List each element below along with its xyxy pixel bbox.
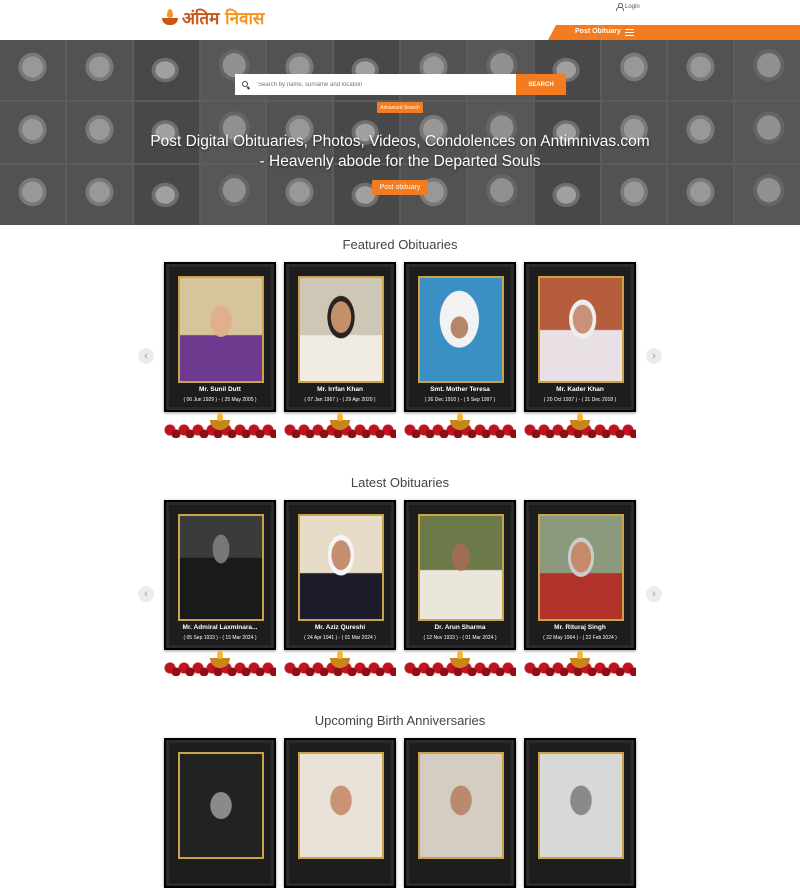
flower-garland-decoration bbox=[524, 650, 636, 678]
anniversary-card[interactable] bbox=[284, 738, 396, 888]
featured-obituaries-title: Featured Obituaries bbox=[342, 237, 458, 252]
anniversary-card[interactable] bbox=[524, 738, 636, 888]
search-button[interactable]: SEARCH bbox=[516, 74, 566, 95]
card-dates: ( 24 Apr 1941 ) - ( 01 Mar 2024 ) bbox=[304, 635, 376, 641]
obituary-card[interactable]: Mr. Irrfan Khan ( 07 Jan 1967 ) - ( 29 A… bbox=[284, 262, 396, 412]
flower-garland-decoration bbox=[404, 650, 516, 678]
hamburger-menu-icon[interactable] bbox=[625, 29, 634, 36]
card-dates: ( 06 Jun 1929 ) - ( 25 May 2005 ) bbox=[183, 397, 257, 403]
portrait-photo bbox=[178, 276, 264, 383]
login-label: Login bbox=[625, 3, 640, 10]
card-dates: ( 20 Oct 1937 ) - ( 31 Dec 2018 ) bbox=[543, 397, 617, 403]
card-dates: ( 05 Sep 1933 ) - ( 15 Mar 2024 ) bbox=[183, 635, 257, 641]
flower-garland-decoration bbox=[524, 412, 636, 440]
portrait-photo bbox=[418, 276, 504, 383]
flower-garland-decoration bbox=[164, 412, 276, 440]
portrait-photo bbox=[298, 276, 384, 383]
obituary-card[interactable]: Smt. Mother Teresa ( 26 Dec 1910 ) - ( 5… bbox=[404, 262, 516, 412]
flower-garland-decoration bbox=[164, 650, 276, 678]
login-link[interactable]: Login bbox=[616, 3, 640, 11]
chevron-left-icon[interactable]: ‹ bbox=[138, 348, 154, 364]
obituary-card[interactable]: Mr. Rituraj Singh ( 22 May 1964 ) - ( 22… bbox=[524, 500, 636, 650]
card-name: Dr. Arun Sharma bbox=[434, 624, 486, 631]
site-logo[interactable]: अंतिम निवास bbox=[162, 6, 264, 29]
card-dates: ( 22 May 1964 ) - ( 22 Feb 2024 ) bbox=[543, 635, 617, 641]
hero-headline: Post Digital Obituaries, Photos, Videos,… bbox=[150, 133, 650, 170]
post-obituary-label[interactable]: Post Obituary bbox=[575, 28, 621, 35]
portrait-photo bbox=[178, 514, 264, 621]
obituary-card[interactable]: Mr. Aziz Qureshi ( 24 Apr 1941 ) - ( 01 … bbox=[284, 500, 396, 650]
obituary-card[interactable]: Mr. Admiral Laxminara... ( 05 Sep 1933 )… bbox=[164, 500, 276, 650]
search-input[interactable] bbox=[258, 74, 513, 95]
flower-garland-decoration bbox=[284, 412, 396, 440]
card-name: Mr. Sunil Dutt bbox=[199, 386, 241, 393]
birth-anniversaries-title: Upcoming Birth Anniversaries bbox=[314, 713, 486, 728]
post-obituary-button[interactable]: Post obituary bbox=[372, 180, 428, 195]
portrait-photo bbox=[538, 514, 624, 621]
card-name: Mr. Kader Khan bbox=[556, 386, 604, 393]
user-icon bbox=[616, 3, 624, 11]
portrait-photo bbox=[298, 752, 384, 859]
latest-obituaries-title: Latest Obituaries bbox=[350, 475, 450, 490]
anniversary-card[interactable] bbox=[404, 738, 516, 888]
card-name: Mr. Rituraj Singh bbox=[554, 624, 606, 631]
obituary-card[interactable]: Mr. Kader Khan ( 20 Oct 1937 ) - ( 31 De… bbox=[524, 262, 636, 412]
card-name: Mr. Admiral Laxminara... bbox=[182, 624, 258, 631]
portrait-photo bbox=[178, 752, 264, 859]
card-dates: ( 07 Jan 1967 ) - ( 29 Apr 2020 ) bbox=[304, 397, 376, 403]
obituary-card[interactable]: Mr. Sunil Dutt ( 06 Jun 1929 ) - ( 25 Ma… bbox=[164, 262, 276, 412]
flower-garland-decoration bbox=[404, 412, 516, 440]
advanced-search-button[interactable]: Advanced Search bbox=[377, 102, 423, 113]
chevron-right-icon[interactable]: › bbox=[646, 586, 662, 602]
card-name: Mr. Aziz Qureshi bbox=[314, 624, 366, 631]
anniversary-card[interactable] bbox=[164, 738, 276, 888]
obituary-card[interactable]: Dr. Arun Sharma ( 12 Nov 1933 ) - ( 01 M… bbox=[404, 500, 516, 650]
portrait-photo bbox=[298, 514, 384, 621]
logo-text: अंतिम निवास bbox=[182, 9, 265, 29]
card-dates: ( 26 Dec 1910 ) - ( 5 Sep 1997 ) bbox=[424, 397, 496, 403]
portrait-photo bbox=[418, 752, 504, 859]
portrait-photo bbox=[538, 276, 624, 383]
chevron-right-icon[interactable]: › bbox=[646, 348, 662, 364]
card-name: Smt. Mother Teresa bbox=[430, 386, 490, 393]
search-icon bbox=[242, 81, 248, 87]
portrait-photo bbox=[538, 752, 624, 859]
diya-logo-icon bbox=[162, 8, 178, 27]
card-name: Mr. Irrfan Khan bbox=[317, 386, 363, 393]
card-dates: ( 12 Nov 1933 ) - ( 01 Mar 2024 ) bbox=[423, 635, 497, 641]
flower-garland-decoration bbox=[284, 650, 396, 678]
chevron-left-icon[interactable]: ‹ bbox=[138, 586, 154, 602]
portrait-photo bbox=[418, 514, 504, 621]
